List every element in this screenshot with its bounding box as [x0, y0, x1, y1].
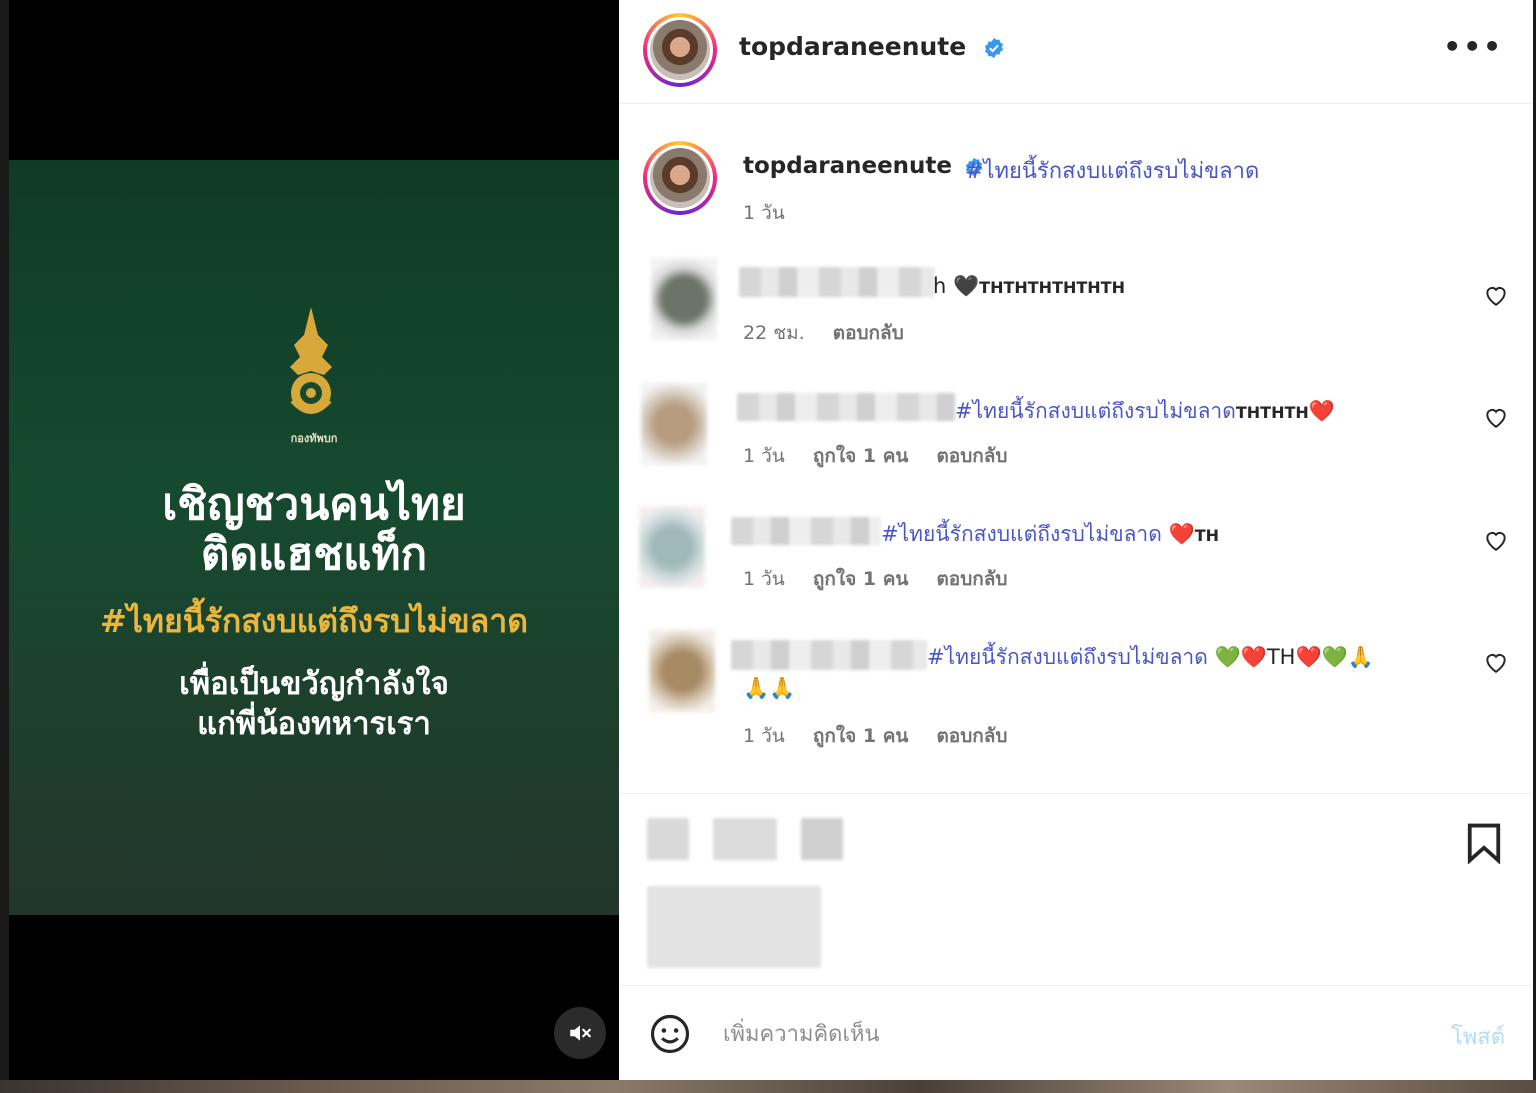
likes-count[interactable]: ถูกใจ 1 คน — [813, 568, 909, 590]
like-heart-icon[interactable] — [1483, 527, 1509, 553]
comment-hashtag[interactable]: #ไทยนี้รักสงบแต่ถึงรบไม่ขลาด — [881, 522, 1162, 546]
subtext-line-1: เพื่อเป็นขวัญกำลังใจ — [179, 666, 449, 702]
username-text[interactable]: topdaraneenute — [739, 32, 966, 61]
poster-hashtag: #ไทยนี้รักสงบแต่ถึงรบไม่ขลาด — [100, 602, 528, 640]
black-heart-emoji: 🖤 — [953, 274, 980, 298]
comment-time: 1 วัน — [743, 568, 785, 590]
background-photo-strip — [0, 1080, 1536, 1093]
bookmark-icon[interactable] — [1465, 822, 1503, 864]
likes-summary-blurred[interactable] — [647, 886, 821, 968]
comment-avatar[interactable] — [639, 506, 705, 588]
headline-line-2: ติดแฮชแท็ก — [200, 529, 428, 580]
header-username[interactable]: topdaraneenute — [739, 32, 1005, 61]
poster-subtext: เพื่อเป็นขวัญกำลังใจ แก่พี่น้องทหารเรา — [9, 664, 619, 744]
reply-button[interactable]: ตอบกลับ — [936, 568, 1007, 590]
comment-text: h 🖤THTHTHTHTHTH — [933, 274, 1125, 299]
comment-meta: 1 วัน ถูกใจ 1 คน ตอบกลับ — [743, 721, 1030, 751]
likes-count[interactable]: ถูกใจ 1 คน — [813, 445, 909, 467]
comment-time: 1 วัน — [743, 725, 785, 747]
like-post-button[interactable] — [647, 818, 689, 860]
caption-username[interactable]: topdaraneenute — [743, 153, 984, 179]
speaker-muted-icon — [570, 1025, 591, 1041]
reply-button[interactable]: ตอบกลับ — [833, 322, 904, 344]
caption-hashtag[interactable]: #ไทยนี้รักสงบแต่ถึงรบไม่ขลาด — [965, 153, 1259, 188]
red-heart-emoji: ❤️ — [1308, 399, 1335, 423]
comment-suffix: TH — [1194, 526, 1220, 545]
more-options-button[interactable]: ••• — [1443, 30, 1503, 63]
subtext-line-2: แก่พี่น้องทหารเรา — [197, 706, 431, 742]
emoji-sequence: 💚❤️TH❤️💚🙏 — [1214, 645, 1374, 669]
comment-meta: 22 ชม. ตอบกลับ — [743, 318, 926, 348]
red-heart-emoji: ❤️ — [1168, 522, 1195, 546]
like-heart-icon[interactable] — [1483, 649, 1509, 675]
post-header: topdaraneenute ••• — [619, 0, 1533, 104]
comment-time: 22 ชม. — [743, 322, 805, 344]
comment-suffix: THTHTH — [1235, 403, 1309, 422]
post-actions — [619, 793, 1533, 985]
comment-suffix: THTHTHTHTHTH — [979, 278, 1125, 297]
comment-hashtag[interactable]: #ไทยนี้รักสงบแต่ถึงรบไม่ขลาด — [927, 645, 1208, 669]
comment-avatar[interactable] — [649, 630, 715, 712]
like-heart-icon[interactable] — [1483, 282, 1509, 308]
emoji-smile-icon[interactable] — [649, 1013, 691, 1055]
verified-badge-icon — [984, 37, 1003, 59]
likes-count[interactable]: ถูกใจ 1 คน — [813, 725, 909, 747]
comment-meta: 1 วัน ถูกใจ 1 คน ตอบกลับ — [743, 441, 1030, 471]
comment-composer: โพสต์ — [619, 985, 1533, 1080]
comment-prefix: h — [933, 274, 947, 298]
caption-time: 1 วัน — [743, 202, 785, 224]
post-media[interactable]: กองทัพบก เชิญชวนคนไทย ติดแฮชแท็ก #ไทยนี้… — [9, 0, 619, 1080]
blurred-username[interactable] — [731, 517, 881, 545]
mute-button[interactable] — [554, 1007, 606, 1059]
blurred-username[interactable] — [731, 640, 927, 670]
post-panel: topdaraneenute ••• topdaraneenute #ไทยนี… — [619, 0, 1533, 1080]
comment-input[interactable] — [723, 1016, 1403, 1052]
caption-username-text[interactable]: topdaraneenute — [743, 153, 952, 179]
blurred-username[interactable] — [739, 267, 935, 297]
reply-button[interactable]: ตอบกลับ — [936, 725, 1007, 747]
comment-text: #ไทยนี้รักสงบแต่ถึงรบไม่ขลาด 💚❤️TH❤️💚🙏 — [927, 641, 1374, 674]
comment-button[interactable] — [713, 818, 777, 860]
comment-avatar[interactable] — [641, 383, 707, 465]
army-emblem-icon — [290, 307, 332, 414]
like-heart-icon[interactable] — [1483, 404, 1509, 430]
comment-avatar[interactable] — [651, 258, 717, 340]
comment-text: #ไทยนี้รักสงบแต่ถึงรบไม่ขลาดTHTHTH❤️ — [955, 395, 1335, 428]
post-button[interactable]: โพสต์ — [1451, 1019, 1505, 1054]
comment-text: #ไทยนี้รักสงบแต่ถึงรบไม่ขลาด ❤️TH — [881, 518, 1219, 551]
reply-button[interactable]: ตอบกลับ — [936, 445, 1007, 467]
comment-hashtag[interactable]: #ไทยนี้รักสงบแต่ถึงรบไม่ขลาด — [955, 399, 1236, 423]
comment-time: 1 วัน — [743, 445, 785, 467]
comment-text-line-2: 🙏🙏 — [743, 676, 796, 700]
avatar[interactable] — [643, 13, 717, 87]
share-button[interactable] — [801, 818, 843, 860]
org-name: กองทัพบก — [290, 432, 338, 445]
caption-avatar[interactable] — [643, 141, 717, 215]
blurred-username[interactable] — [737, 393, 955, 421]
poster-headline: เชิญชวนคนไทย ติดแฮชแท็ก — [9, 480, 619, 580]
comment-meta: 1 วัน ถูกใจ 1 คน ตอบกลับ — [743, 564, 1030, 594]
headline-line-1: เชิญชวนคนไทย — [162, 479, 466, 530]
